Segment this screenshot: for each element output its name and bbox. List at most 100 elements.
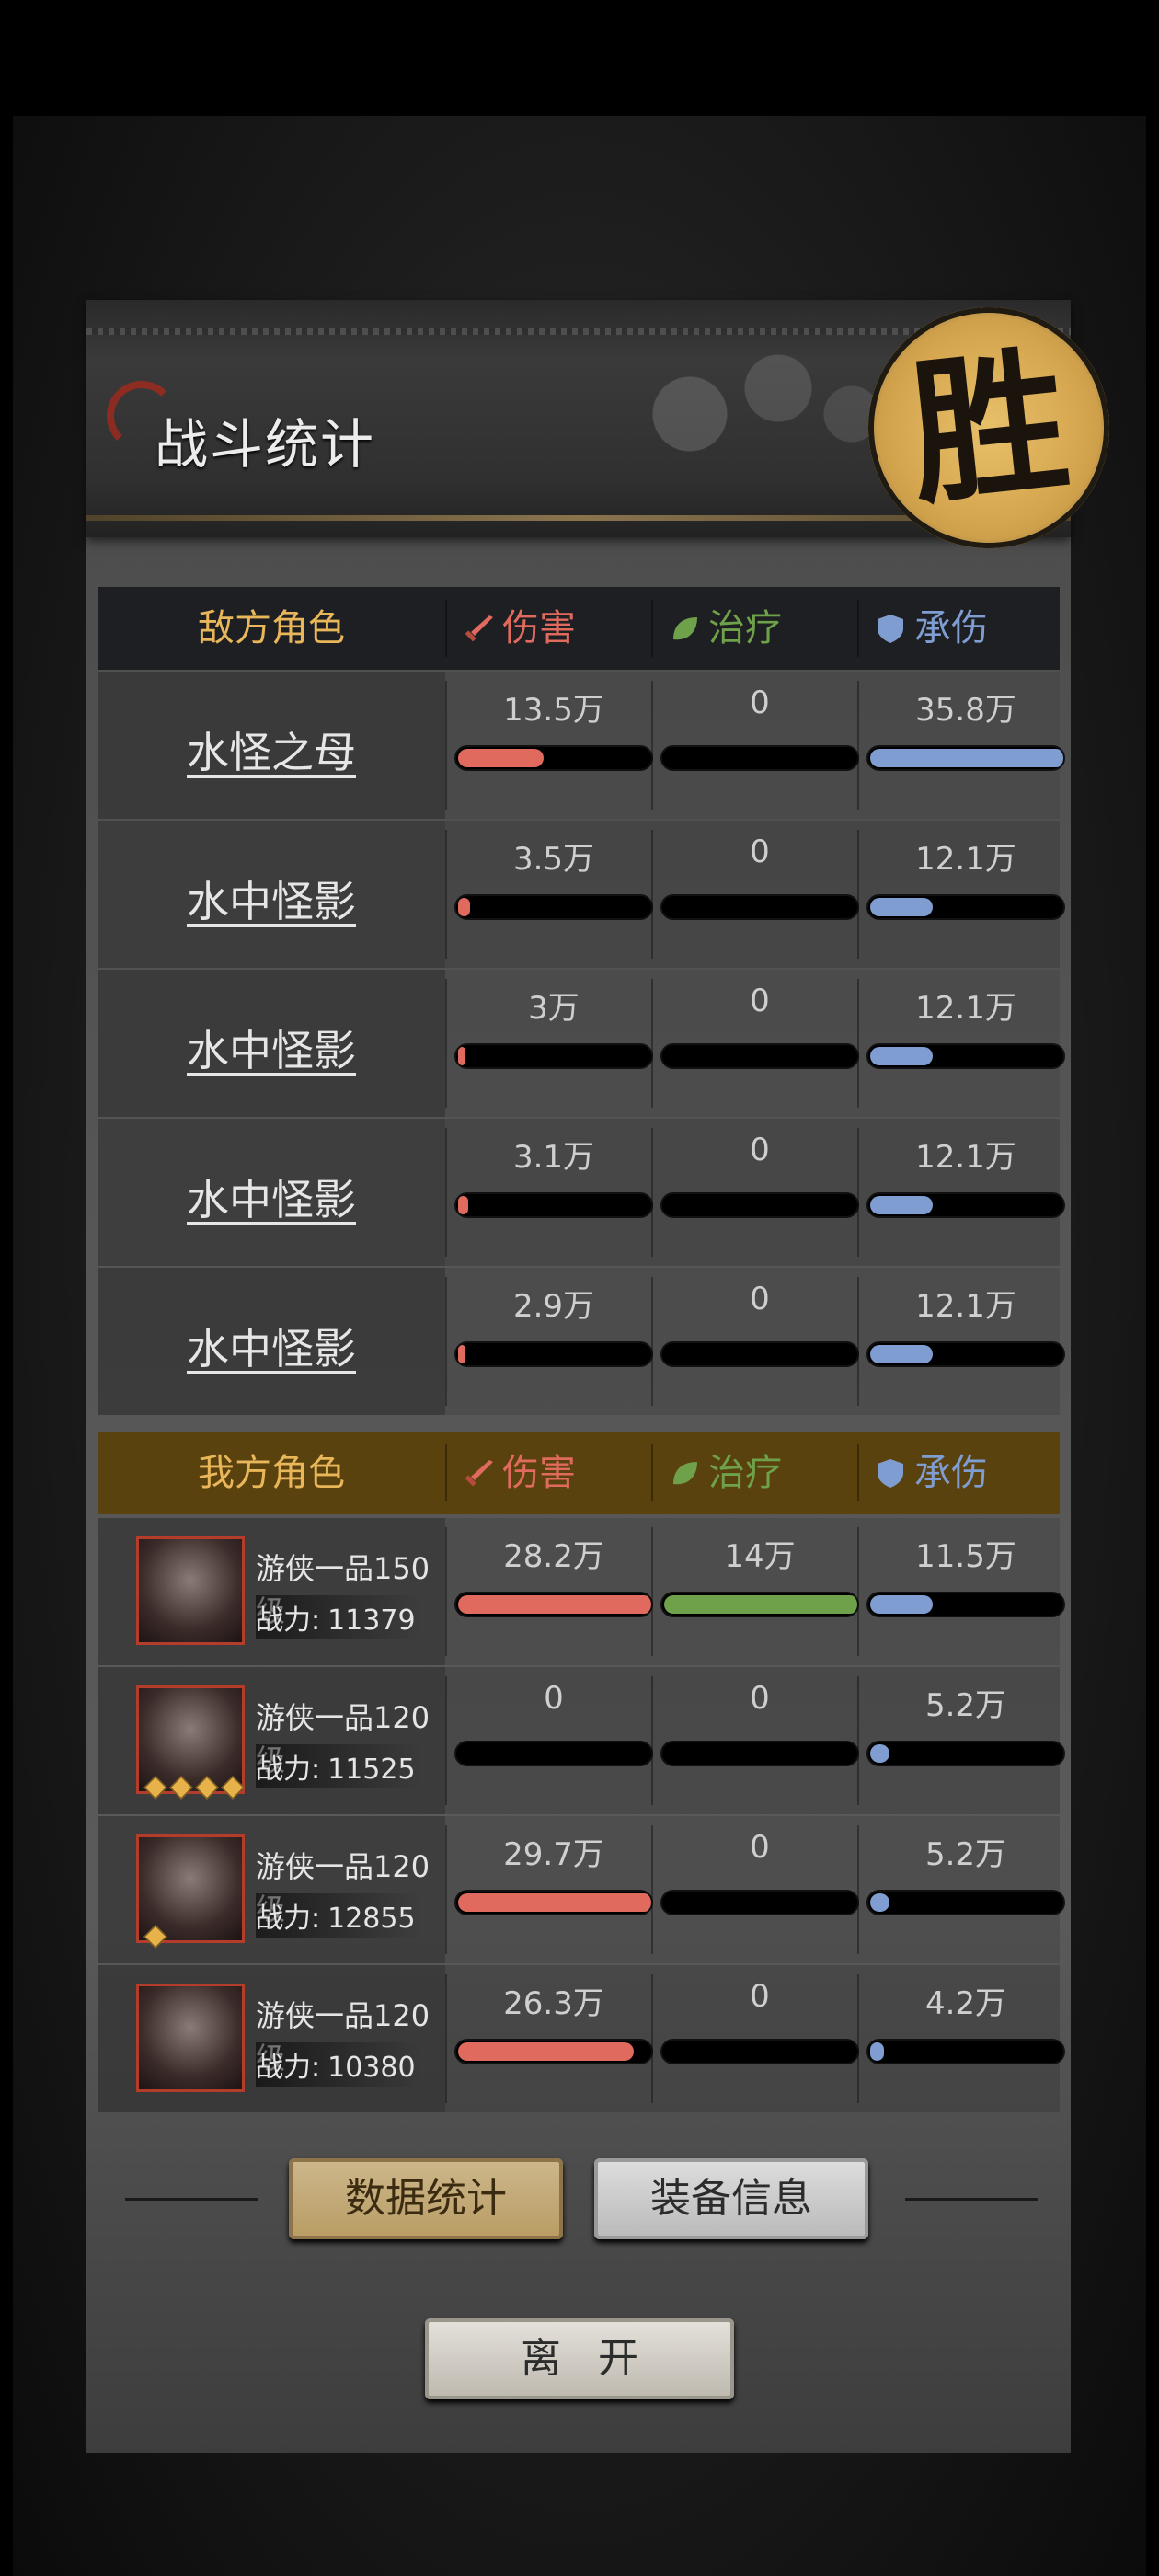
- divider: [445, 1128, 447, 1257]
- damage-bar: [454, 1192, 653, 1218]
- damage-cell: 0: [451, 1667, 657, 1814]
- leaf-icon: [673, 1462, 697, 1485]
- hero-avatar[interactable]: [136, 1536, 245, 1645]
- star-icon: [143, 1925, 167, 1949]
- power-value: 10380: [327, 2052, 416, 2084]
- divider: [651, 1974, 653, 2103]
- damage-cell: 2.9万: [451, 1268, 657, 1415]
- enemy-name-link[interactable]: 水中怪影: [98, 1167, 445, 1227]
- star-rating: [143, 1776, 245, 1800]
- taken-cell: 35.8万: [863, 672, 1069, 819]
- damage-bar: [454, 1341, 653, 1367]
- damage-value: 3.5万: [512, 841, 595, 878]
- heal-cell: 0: [657, 1816, 863, 1963]
- enemy-name-link[interactable]: 水怪之母: [98, 719, 445, 780]
- enemy-name-cell: 水怪之母: [98, 672, 445, 819]
- taken-bar: [866, 745, 1065, 771]
- heal-bar: [660, 1341, 859, 1367]
- damage-value: 13.5万: [503, 692, 604, 729]
- heal-label: 治疗: [708, 607, 782, 650]
- enemy-name-cell: 水中怪影: [98, 1119, 445, 1266]
- taken-cell: 12.1万: [863, 1268, 1069, 1415]
- star-rating: [143, 1925, 167, 1949]
- damage-value: 2.9万: [512, 1288, 595, 1325]
- taken-cell: 12.1万: [863, 970, 1069, 1117]
- data-stats-button[interactable]: 数据统计: [289, 2158, 563, 2239]
- divider: [857, 979, 859, 1108]
- damage-cell: 28.2万: [451, 1518, 657, 1665]
- heal-cell: 0: [657, 970, 863, 1117]
- divider: [857, 1277, 859, 1406]
- heal-label: 治疗: [708, 1452, 782, 1494]
- hero-power: 战力: 11525: [256, 1744, 421, 1788]
- damage-bar-fill: [458, 1196, 468, 1214]
- heal-value: 0: [750, 834, 770, 870]
- enemy-name-link[interactable]: 水中怪影: [98, 868, 445, 929]
- taken-cell: 5.2万: [863, 1667, 1069, 1814]
- star-icon: [221, 1776, 245, 1800]
- sword-icon: [465, 615, 493, 642]
- damage-value: 28.2万: [503, 1538, 604, 1575]
- damage-column-header: 伤害: [462, 1432, 576, 1514]
- taken-bar-fill: [870, 2042, 884, 2061]
- equipment-info-button[interactable]: 装备信息: [594, 2158, 868, 2239]
- taken-value: 12.1万: [915, 1288, 1016, 1325]
- damage-bar-fill: [458, 1595, 651, 1614]
- ally-row: 游侠一品120级战力:10380 26.3万 0 4.2万: [98, 1965, 1065, 2112]
- divider: [651, 1128, 653, 1257]
- hero-avatar[interactable]: [136, 1984, 245, 2092]
- enemy-name-link[interactable]: 水中怪影: [98, 1018, 445, 1078]
- divider: [857, 681, 859, 810]
- divider: [857, 1444, 859, 1501]
- taken-cell: 12.1万: [863, 1119, 1069, 1266]
- damage-bar-fill: [458, 1047, 465, 1065]
- damage-column-header: 伤害: [462, 587, 576, 670]
- ally-row: 游侠一品120级战力:11525 0 0 5.2万: [98, 1667, 1065, 1814]
- taken-bar: [866, 2039, 1065, 2064]
- heal-column-header: 治疗: [668, 587, 782, 670]
- sword-icon: [465, 1460, 493, 1487]
- divider: [651, 979, 653, 1108]
- damage-value: 3万: [528, 990, 580, 1027]
- leaf-icon: [673, 617, 697, 640]
- taken-bar-fill: [870, 749, 1063, 767]
- hero-info-cell: 游侠一品120级战力:11525: [98, 1667, 445, 1814]
- heal-cell: 0: [657, 1119, 863, 1266]
- damage-label: 伤害: [502, 607, 576, 650]
- heal-cell: 0: [657, 1965, 863, 2112]
- taken-cell: 4.2万: [863, 1965, 1069, 2112]
- divider: [651, 681, 653, 810]
- hero-info-cell: 游侠一品150级战力:11379: [98, 1518, 445, 1665]
- taken-bar-fill: [870, 898, 933, 916]
- damage-label: 伤害: [502, 1452, 576, 1494]
- taken-bar: [866, 1192, 1065, 1218]
- power-value: 11379: [327, 1604, 416, 1637]
- power-label: 战力:: [256, 1604, 321, 1637]
- heal-value: 14万: [724, 1538, 796, 1575]
- ally-column-label: 我方角色: [198, 1452, 345, 1494]
- hero-power: 战力: 11379: [256, 1595, 421, 1639]
- power-value: 12855: [327, 1903, 416, 1935]
- victory-seal: 胜: [868, 307, 1109, 548]
- damage-value: 0: [544, 1680, 564, 1717]
- heal-bar: [660, 2039, 859, 2064]
- enemy-name-link[interactable]: 水中怪影: [98, 1316, 445, 1376]
- enemy-name-cell: 水中怪影: [98, 1268, 445, 1415]
- heal-bar: [660, 1043, 859, 1069]
- divider: [445, 600, 447, 657]
- leave-button[interactable]: 离开: [425, 2318, 734, 2399]
- taken-column-header: 承伤: [874, 587, 988, 670]
- heal-bar: [660, 745, 859, 771]
- enemy-name-cell: 水中怪影: [98, 970, 445, 1117]
- damage-bar: [454, 1741, 653, 1766]
- damage-value: 26.3万: [503, 1985, 604, 2022]
- damage-cell: 29.7万: [451, 1816, 657, 1963]
- heal-value: 0: [750, 983, 770, 1019]
- page-title: 战斗统计: [155, 413, 376, 476]
- damage-cell: 26.3万: [451, 1965, 657, 2112]
- ally-row: 游侠一品150级战力:11379 28.2万 14万 11.5万: [98, 1518, 1065, 1665]
- damage-bar-fill: [458, 898, 470, 916]
- shield-icon: [878, 1459, 903, 1488]
- divider: [445, 1444, 447, 1501]
- divider: [651, 1527, 653, 1656]
